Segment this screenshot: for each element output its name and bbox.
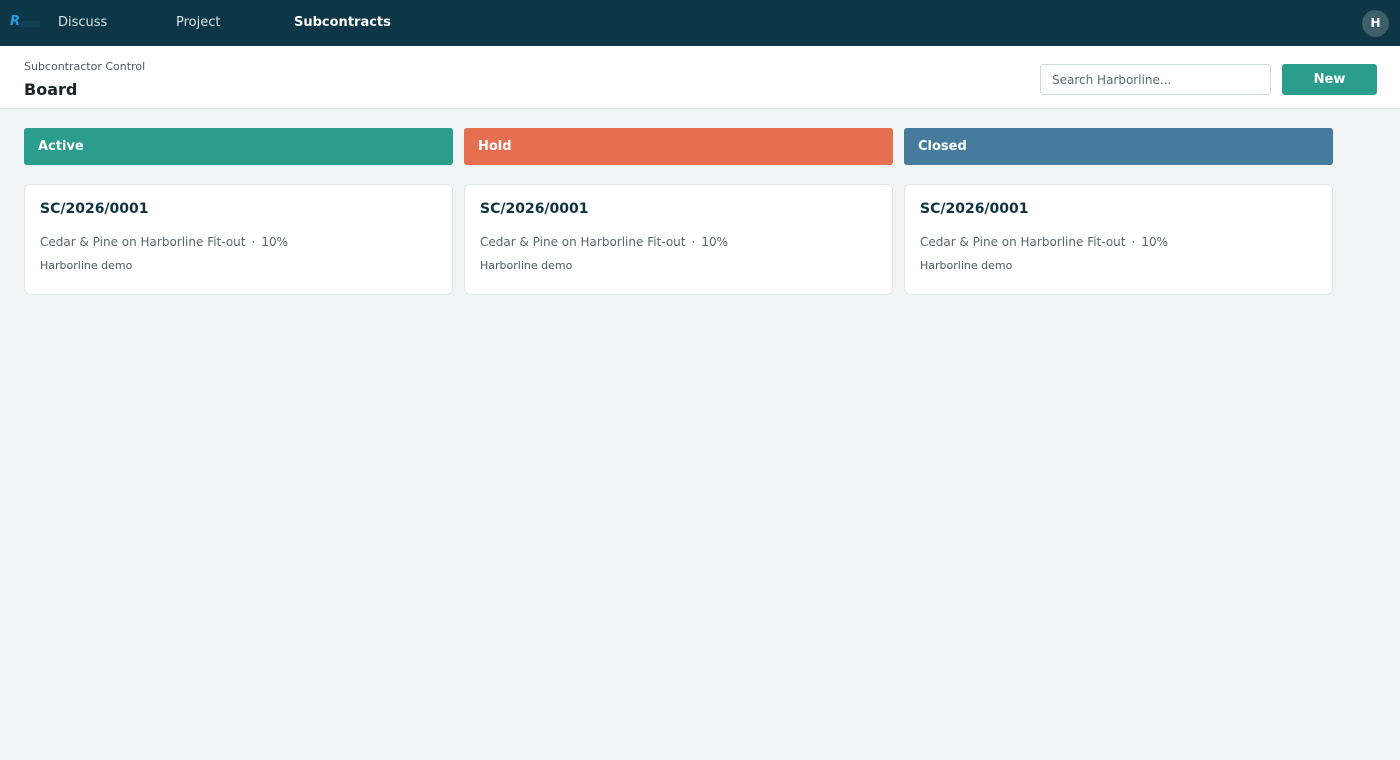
card-reference: SC/2026/0001 bbox=[40, 201, 149, 217]
card-reference: SC/2026/0001 bbox=[920, 201, 1029, 217]
card-details: Cedar & Pine on Harborline Fit-out · 10% bbox=[920, 235, 1168, 249]
column-closed: Closed SC/2026/0001 Cedar & Pine on Harb… bbox=[904, 128, 1333, 295]
card-vendor: Cedar & Pine on Harborline Fit-out bbox=[920, 235, 1126, 249]
page-title: Board bbox=[24, 80, 78, 99]
card-project: Harborline demo bbox=[40, 259, 133, 272]
column-header-closed[interactable]: Closed bbox=[904, 128, 1333, 165]
card-vendor: Cedar & Pine on Harborline Fit-out bbox=[480, 235, 686, 249]
top-navbar: R Discuss Project Subcontracts H bbox=[0, 0, 1400, 46]
column-header-active[interactable]: Active bbox=[24, 128, 453, 165]
subcontract-card[interactable]: SC/2026/0001 Cedar & Pine on Harborline … bbox=[464, 184, 893, 295]
card-vendor: Cedar & Pine on Harborline Fit-out bbox=[40, 235, 246, 249]
column-hold: Hold SC/2026/0001 Cedar & Pine on Harbor… bbox=[464, 128, 893, 295]
card-retention: 10% bbox=[701, 235, 728, 249]
breadcrumb[interactable]: Subcontractor Control bbox=[24, 60, 145, 73]
card-project: Harborline demo bbox=[920, 259, 1013, 272]
card-reference: SC/2026/0001 bbox=[480, 201, 589, 217]
new-button[interactable]: New bbox=[1282, 64, 1377, 95]
nav-item-subcontracts[interactable]: Subcontracts bbox=[294, 0, 391, 46]
subcontract-card[interactable]: SC/2026/0001 Cedar & Pine on Harborline … bbox=[904, 184, 1333, 295]
app-logo-icon[interactable]: R bbox=[10, 12, 44, 32]
card-retention: 10% bbox=[261, 235, 288, 249]
card-details: Cedar & Pine on Harborline Fit-out · 10% bbox=[40, 235, 288, 249]
column-active: Active SC/2026/0001 Cedar & Pine on Harb… bbox=[24, 128, 453, 295]
nav-item-project[interactable]: Project bbox=[176, 0, 220, 46]
search-input[interactable] bbox=[1040, 64, 1271, 95]
card-project: Harborline demo bbox=[480, 259, 573, 272]
user-avatar[interactable]: H bbox=[1362, 10, 1389, 37]
nav-item-discuss[interactable]: Discuss bbox=[58, 0, 107, 46]
card-retention: 10% bbox=[1141, 235, 1168, 249]
page-header: Subcontractor Control Board New bbox=[0, 46, 1400, 109]
card-details: Cedar & Pine on Harborline Fit-out · 10% bbox=[480, 235, 728, 249]
column-header-hold[interactable]: Hold bbox=[464, 128, 893, 165]
subcontract-card[interactable]: SC/2026/0001 Cedar & Pine on Harborline … bbox=[24, 184, 453, 295]
